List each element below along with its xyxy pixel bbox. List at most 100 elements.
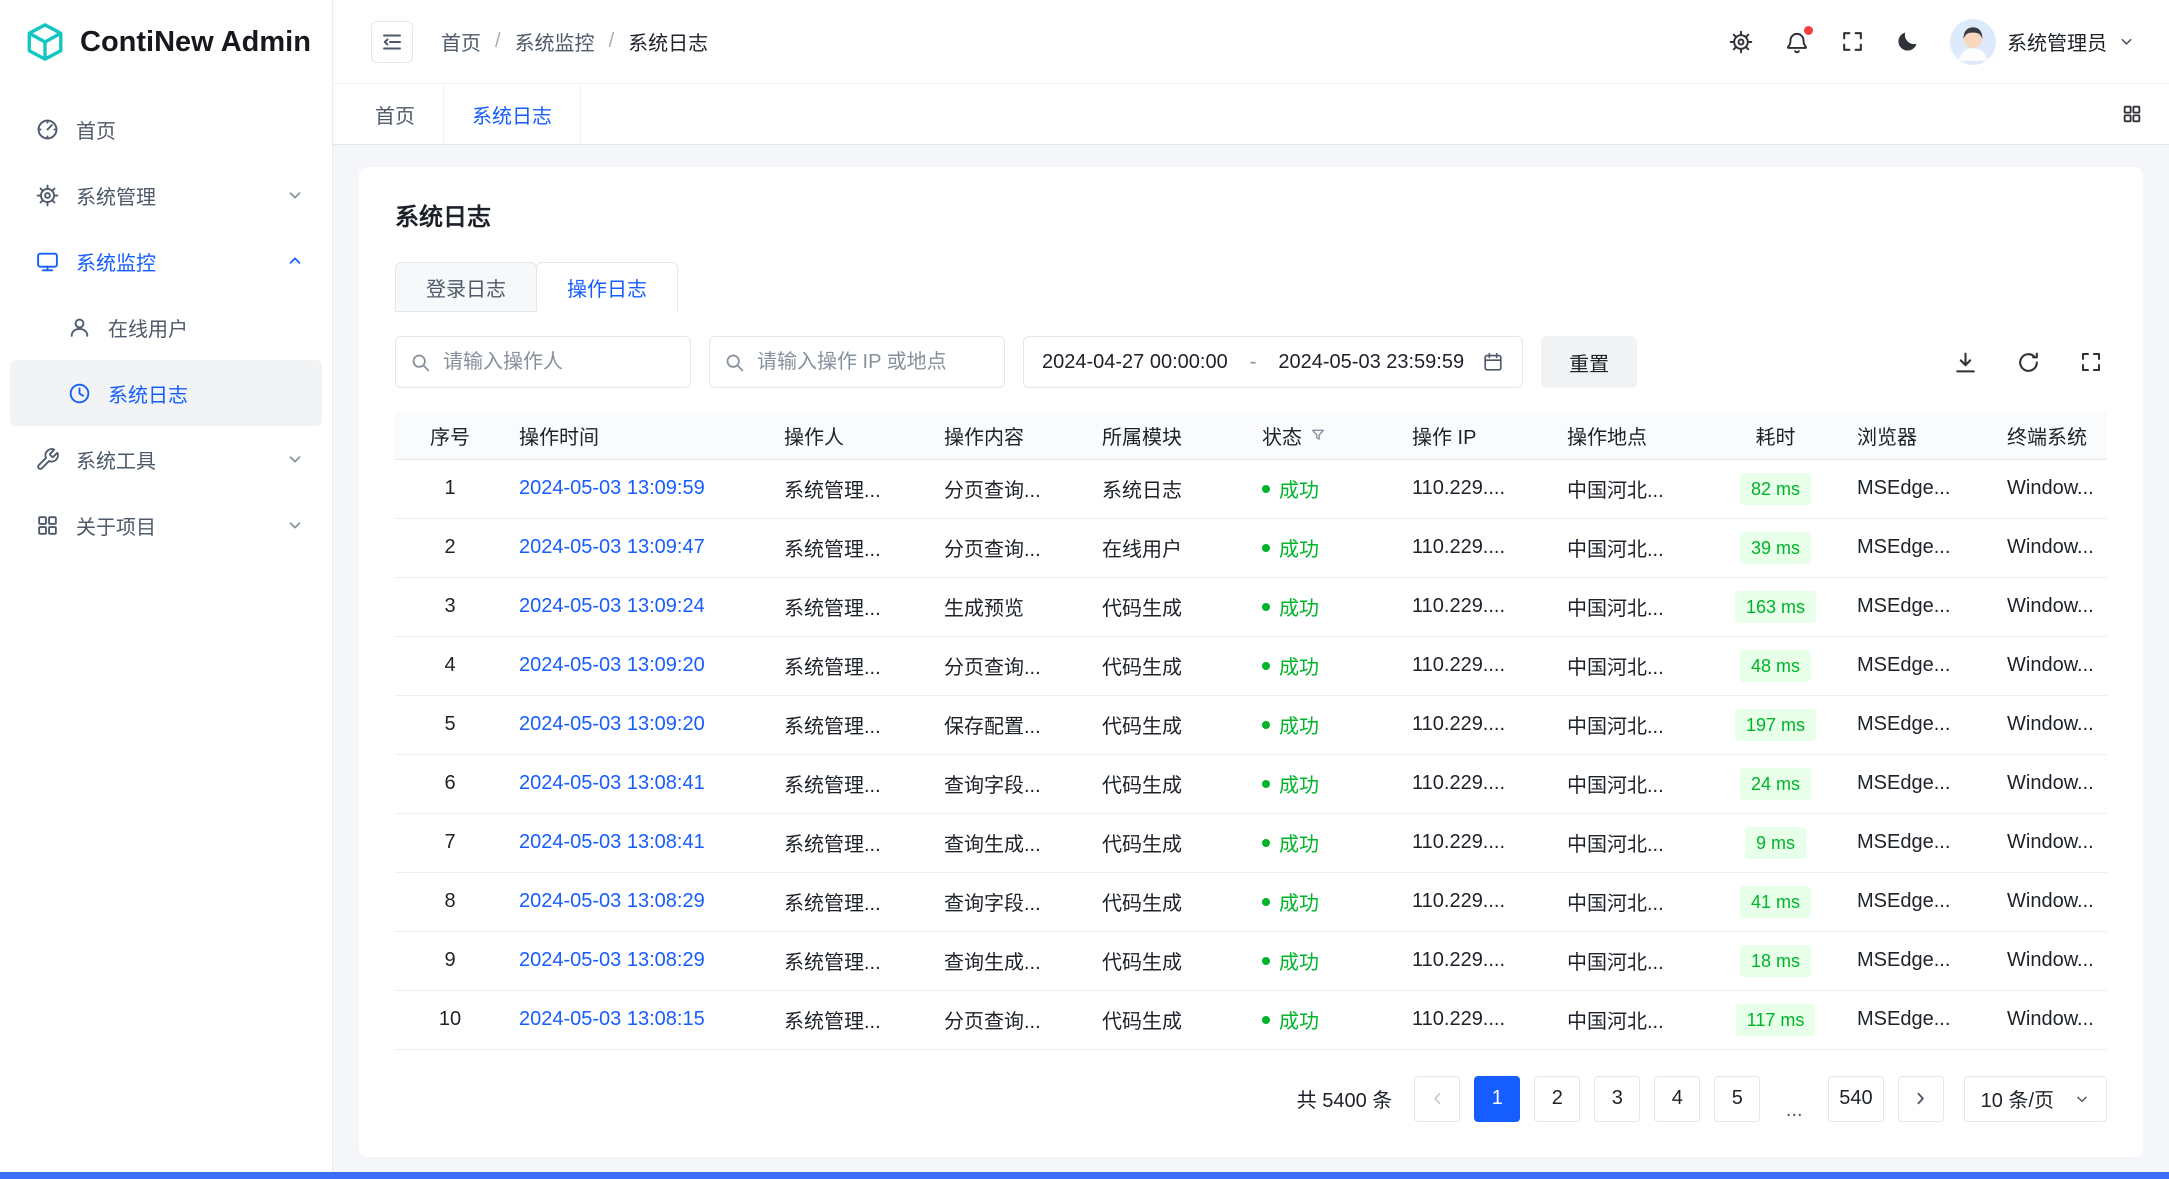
cell-operator: 系统管理... [770, 518, 930, 577]
cell-os: Window... [1993, 813, 2107, 872]
page-button-4[interactable]: 4 [1654, 1076, 1700, 1122]
page-size-select[interactable]: 10 条/页 [1964, 1076, 2107, 1122]
chevron-down-icon [286, 186, 304, 204]
cell-content: 分页查询... [930, 459, 1088, 518]
tab-login-logs[interactable]: 登录日志 [395, 262, 537, 312]
cost-badge: 117 ms [1736, 1004, 1816, 1036]
tab-operation-logs[interactable]: 操作日志 [536, 262, 678, 312]
date-range-start[interactable]: 2024-04-27 00:00:00 [1042, 351, 1228, 374]
page-button-540[interactable]: 540 [1828, 1076, 1883, 1122]
cell-operator: 系统管理... [770, 636, 930, 695]
status-text: 成功 [1279, 533, 1319, 562]
log-detail-link[interactable]: 2024-05-03 13:08:41 [519, 772, 705, 794]
pagination-total: 共 5400 条 [1297, 1084, 1393, 1113]
layout-grid-icon[interactable] [2121, 103, 2143, 125]
ip-search-field[interactable] [755, 350, 990, 375]
log-detail-link[interactable]: 2024-05-03 13:08:41 [519, 831, 705, 853]
cell-cost: 163 ms [1708, 577, 1843, 636]
sidebar-item-system-logs[interactable]: 系统日志 [10, 360, 322, 426]
cell-serial: 6 [395, 754, 505, 813]
main-area: 首页 / 系统监控 / 系统日志 [333, 0, 2169, 1179]
notifications-icon[interactable] [1784, 29, 1810, 55]
status-dot [1262, 603, 1270, 611]
cell-location: 中国河北... [1553, 459, 1708, 518]
breadcrumb-system-monitor[interactable]: 系统监控 [515, 27, 595, 56]
status-dot [1262, 1016, 1270, 1024]
next-page-button[interactable] [1898, 1076, 1944, 1122]
col-location: 操作地点 [1553, 412, 1708, 459]
breadcrumb-home[interactable]: 首页 [441, 27, 481, 56]
user-menu[interactable]: 系统管理员 [1950, 19, 2135, 65]
log-detail-link[interactable]: 2024-05-03 13:08:15 [519, 1008, 705, 1030]
chevron-down-icon [286, 450, 304, 468]
cell-module: 代码生成 [1088, 813, 1248, 872]
col-operator: 操作人 [770, 412, 930, 459]
download-icon[interactable] [1953, 350, 1978, 375]
logo-icon [24, 21, 66, 63]
logo[interactable]: ContiNew Admin [0, 0, 332, 84]
log-detail-link[interactable]: 2024-05-03 13:09:20 [519, 654, 705, 676]
cell-browser: MSEdge... [1843, 990, 1993, 1049]
log-detail-link[interactable]: 2024-05-03 13:09:59 [519, 477, 705, 499]
sidebar-item-system-tools[interactable]: 系统工具 [10, 426, 322, 492]
cell-cost: 48 ms [1708, 636, 1843, 695]
ip-search-input[interactable] [709, 336, 1005, 388]
cell-operator: 系统管理... [770, 459, 930, 518]
prev-page-button[interactable] [1414, 1076, 1460, 1122]
operator-search-input[interactable] [395, 336, 691, 388]
cell-ip: 110.229.... [1398, 872, 1553, 931]
page-button-3[interactable]: 3 [1594, 1076, 1640, 1122]
cell-status: 成功 [1248, 636, 1398, 695]
dark-mode-moon-icon[interactable] [1895, 29, 1920, 54]
cell-content: 查询字段... [930, 754, 1088, 813]
operator-search-field[interactable] [441, 350, 676, 375]
status-filter-funnel-icon[interactable] [1310, 427, 1326, 443]
cell-status: 成功 [1248, 459, 1398, 518]
fullscreen-icon[interactable] [1840, 29, 1865, 54]
status-text: 成功 [1279, 1005, 1319, 1034]
cell-location: 中国河北... [1553, 990, 1708, 1049]
page-button-5[interactable]: 5 [1714, 1076, 1760, 1122]
bottom-accent-bar [0, 1172, 2169, 1179]
reset-button[interactable]: 重置 [1541, 336, 1637, 388]
cell-time: 2024-05-03 13:09:20 [505, 695, 770, 754]
cell-time: 2024-05-03 13:09:24 [505, 577, 770, 636]
cell-serial: 9 [395, 931, 505, 990]
log-detail-link[interactable]: 2024-05-03 13:08:29 [519, 949, 705, 971]
page-button-2[interactable]: 2 [1534, 1076, 1580, 1122]
sidebar-item-home[interactable]: 首页 [10, 96, 322, 162]
pagination: 共 5400 条 12345... 540 10 条/页 [395, 1076, 2107, 1122]
sidebar-item-about[interactable]: 关于项目 [10, 492, 322, 558]
log-type-tabs: 登录日志 操作日志 [395, 262, 2107, 312]
log-detail-link[interactable]: 2024-05-03 13:09:24 [519, 595, 705, 617]
refresh-icon[interactable] [2016, 350, 2041, 375]
log-detail-link[interactable]: 2024-05-03 13:09:47 [519, 536, 705, 558]
table-fullscreen-icon[interactable] [2079, 350, 2103, 374]
tab-home[interactable]: 首页 [347, 84, 444, 144]
sidebar-item-system-management[interactable]: 系统管理 [10, 162, 322, 228]
tab-system-logs[interactable]: 系统日志 [444, 84, 581, 144]
sidebar-item-online-users[interactable]: 在线用户 [10, 294, 322, 360]
grid-icon [34, 513, 60, 538]
cell-location: 中国河北... [1553, 872, 1708, 931]
date-range-end[interactable]: 2024-05-03 23:59:59 [1278, 351, 1464, 374]
cell-status: 成功 [1248, 577, 1398, 636]
sidebar-item-system-monitor[interactable]: 系统监控 [10, 228, 322, 294]
settings-icon[interactable] [1728, 29, 1754, 55]
cell-module: 代码生成 [1088, 990, 1248, 1049]
page-button-1[interactable]: 1 [1474, 1076, 1520, 1122]
sidebar-collapse-button[interactable] [371, 21, 413, 63]
cell-ip: 110.229.... [1398, 813, 1553, 872]
cell-os: Window... [1993, 636, 2107, 695]
date-range-picker[interactable]: 2024-04-27 00:00:00 - 2024-05-03 23:59:5… [1023, 336, 1523, 388]
cell-cost: 9 ms [1708, 813, 1843, 872]
app-title: ContiNew Admin [80, 26, 311, 59]
search-icon [410, 352, 431, 373]
cell-os: Window... [1993, 754, 2107, 813]
col-module: 所属模块 [1088, 412, 1248, 459]
page-ellipsis[interactable]: ... [1774, 1076, 1814, 1122]
status-text: 成功 [1279, 651, 1319, 680]
cell-time: 2024-05-03 13:09:47 [505, 518, 770, 577]
log-detail-link[interactable]: 2024-05-03 13:08:29 [519, 890, 705, 912]
log-detail-link[interactable]: 2024-05-03 13:09:20 [519, 713, 705, 735]
